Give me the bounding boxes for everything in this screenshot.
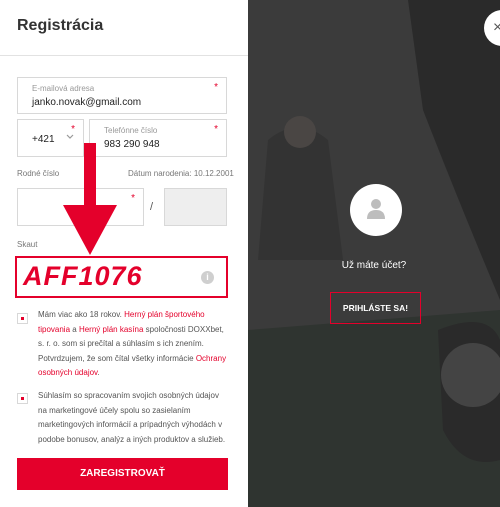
- skaut-label: Skaut: [17, 240, 38, 249]
- login-side-panel: × Už máte účet? PRIHLÁSTE SA!: [248, 0, 500, 507]
- skaut-code: AFF1076: [23, 261, 143, 291]
- login-button[interactable]: PRIHLÁSTE SA!: [330, 292, 421, 324]
- user-avatar: [350, 184, 402, 236]
- chevron-down-icon: [66, 132, 74, 143]
- prefix-value: +421: [32, 134, 55, 145]
- background-photo: [248, 0, 500, 507]
- skaut-field[interactable]: AFF1076 i: [15, 256, 228, 298]
- rodne-cislo-suffix-input[interactable]: [164, 188, 227, 226]
- info-icon[interactable]: i: [201, 271, 214, 284]
- consent-text: .: [97, 368, 100, 377]
- consent-text: a: [70, 324, 79, 334]
- annotation-arrow-icon: [63, 143, 117, 255]
- registration-panel: Registrácia E-mailová adresa janko.novak…: [0, 0, 248, 507]
- required-marker: *: [214, 124, 218, 135]
- consent-marketing-text: Súhlasím so spracovaním svojich osobných…: [38, 391, 226, 444]
- phone-label: Telefónne číslo: [104, 126, 158, 135]
- consent-age-text: Mám viac ako 18 rokov. Herný plán športo…: [38, 308, 228, 381]
- page-title: Registrácia: [17, 17, 104, 34]
- account-question: Už máte účet?: [341, 260, 407, 271]
- email-label: E-mailová adresa: [32, 84, 95, 93]
- user-icon: [367, 199, 385, 219]
- required-marker: *: [131, 193, 135, 204]
- rodne-cislo-label: Rodné číslo: [17, 169, 60, 178]
- required-marker: *: [214, 82, 218, 93]
- email-field[interactable]: E-mailová adresa janko.novak@gmail.com *: [17, 77, 227, 114]
- email-value: janko.novak@gmail.com: [32, 97, 142, 108]
- consent-age-checkbox[interactable]: [17, 313, 28, 324]
- header: Registrácia: [0, 0, 248, 56]
- consent-marketing-checkbox[interactable]: [17, 393, 28, 404]
- link-casino-plan[interactable]: Herný plán kasína: [79, 325, 143, 334]
- register-button[interactable]: ZAREGISTROVAŤ: [17, 458, 228, 490]
- rodne-cislo-separator: /: [150, 201, 154, 213]
- date-of-birth-text: Dátum narodenia: 10.12.2001: [128, 169, 234, 178]
- consent-text: Mám viac ako 18 rokov.: [38, 310, 125, 319]
